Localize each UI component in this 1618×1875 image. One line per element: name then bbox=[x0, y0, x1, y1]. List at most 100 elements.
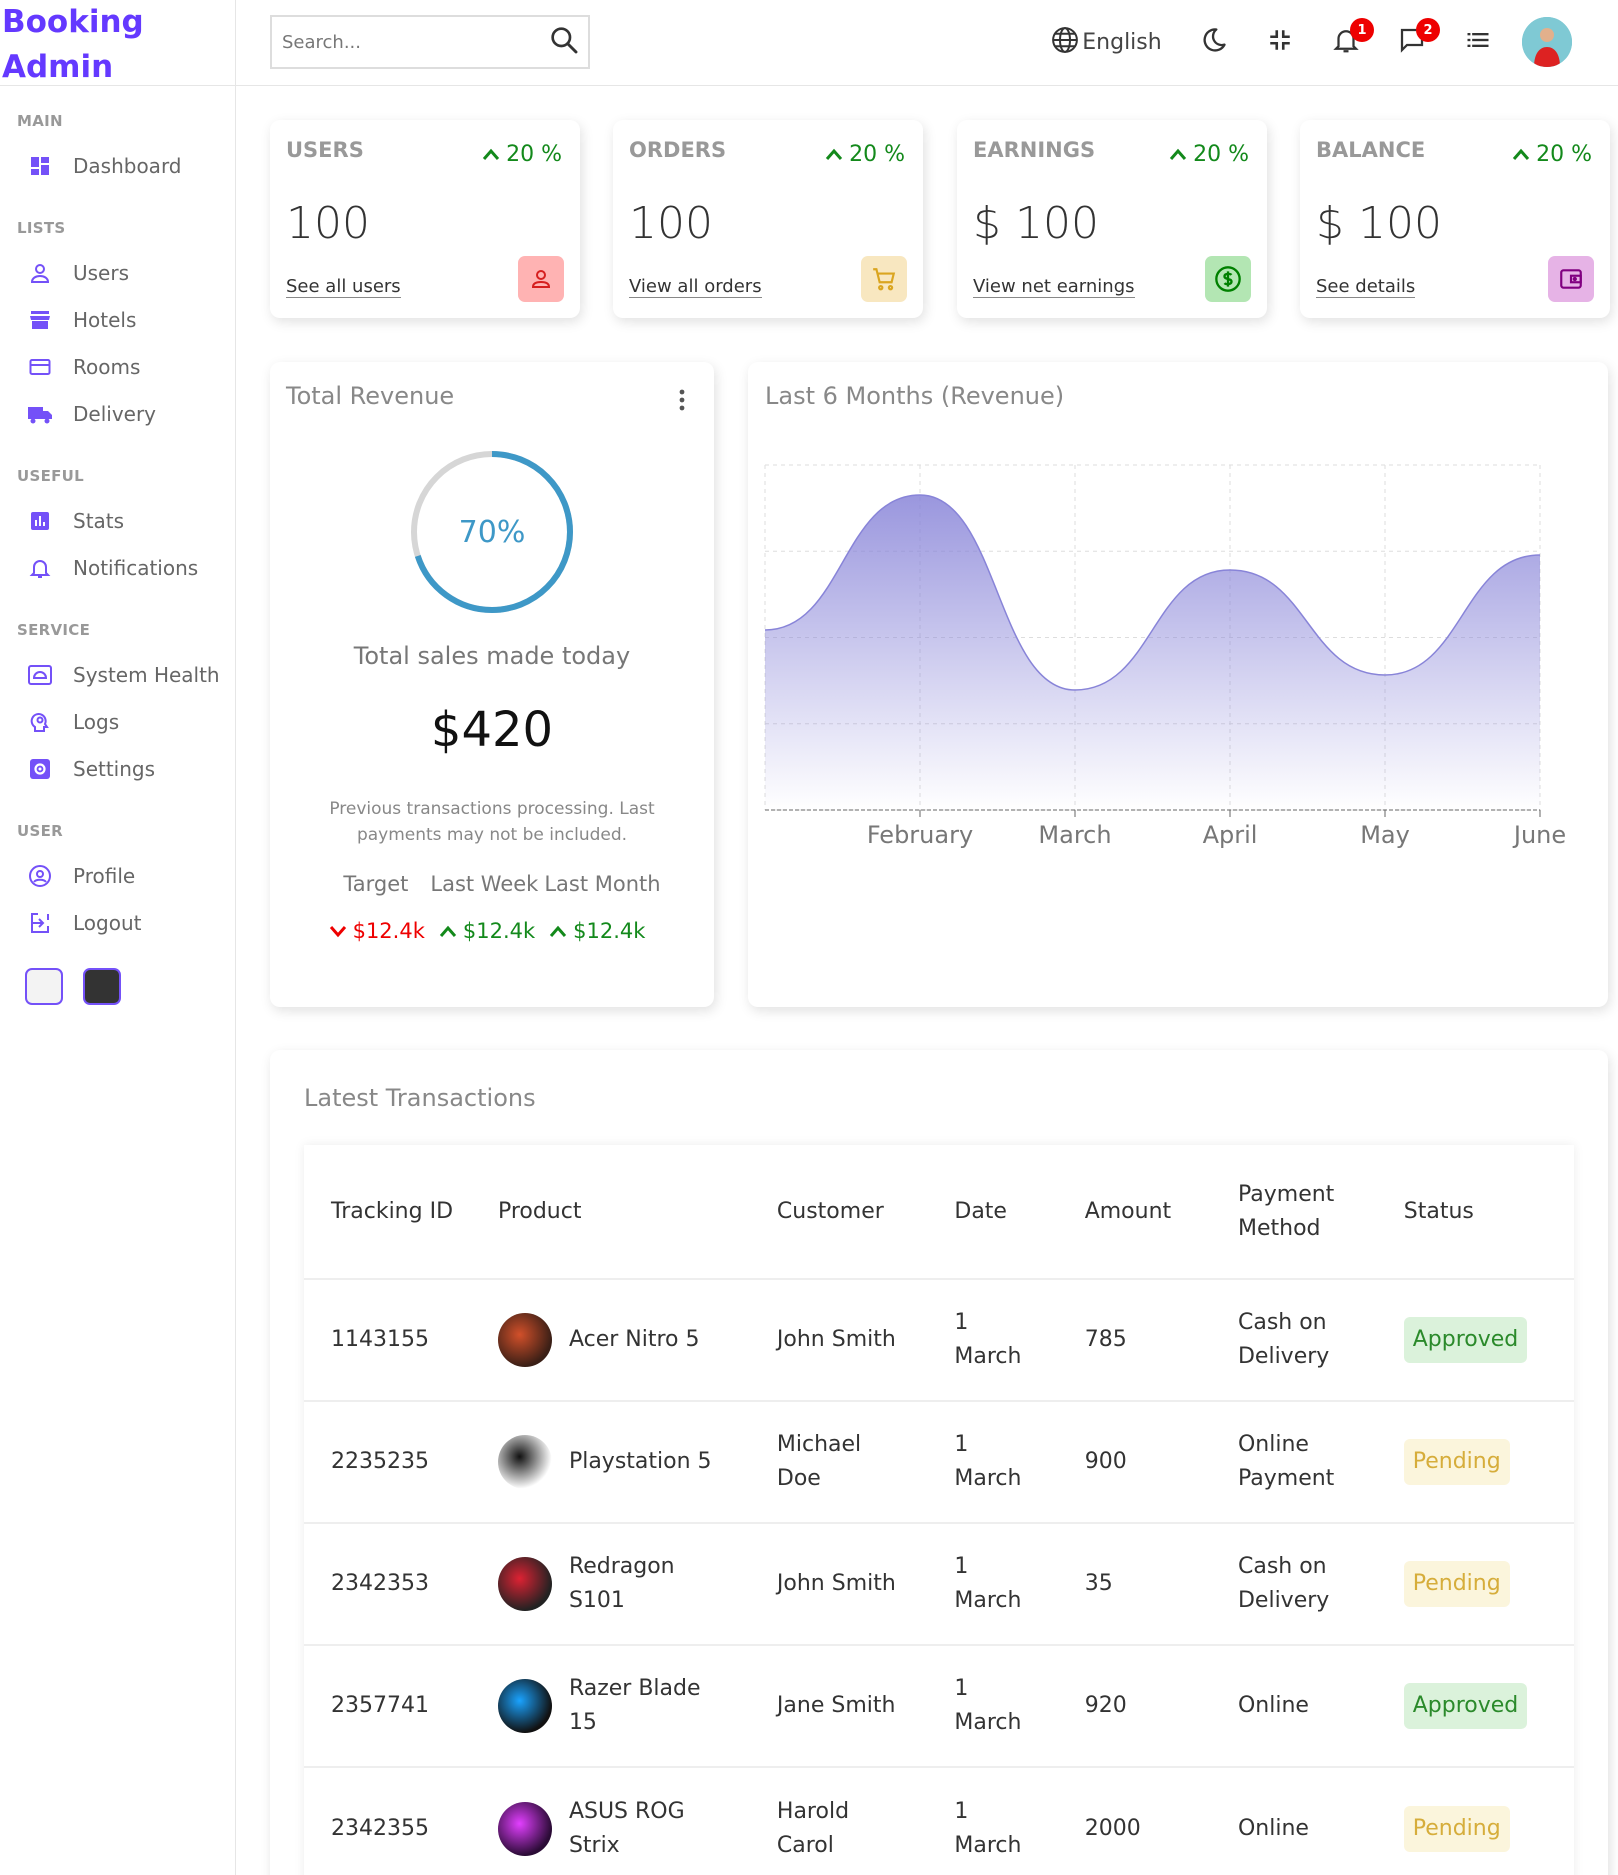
notifications-badge: 1 bbox=[1350, 18, 1374, 42]
widget-link[interactable]: View all orders bbox=[629, 276, 762, 298]
widget-value: 100 bbox=[629, 198, 713, 249]
table-row[interactable]: 2235235 Playstation 5 Michael Doe 1 Marc… bbox=[304, 1401, 1574, 1523]
globe-icon bbox=[1050, 25, 1080, 59]
widget-percentage: 20 % bbox=[482, 142, 562, 167]
notifications-button[interactable]: 1 bbox=[1324, 18, 1374, 66]
dark-theme-swatch[interactable] bbox=[83, 968, 121, 1005]
status-cell: Pending bbox=[1377, 1523, 1574, 1645]
featured-subtitle: Total sales made today bbox=[353, 642, 631, 670]
sidebar-item-hotels[interactable]: Hotels bbox=[0, 296, 235, 343]
widget-earnings: EARNINGS 20 % $ 100 View net earnings bbox=[957, 120, 1267, 318]
widget-link[interactable]: View net earnings bbox=[973, 276, 1135, 298]
table-row[interactable]: 2342353 Redragon S101 John Smith 1 March… bbox=[304, 1523, 1574, 1645]
x-tick-label: April bbox=[1203, 821, 1258, 849]
messages-button[interactable]: 2 bbox=[1390, 18, 1440, 66]
widget-title: ORDERS bbox=[629, 138, 727, 162]
product-cell: Acer Nitro 5 bbox=[471, 1279, 750, 1401]
sidebar-item-logs[interactable]: Logs bbox=[0, 698, 235, 745]
dark-mode-toggle[interactable] bbox=[1192, 18, 1236, 66]
summary-amount: $12.4k bbox=[573, 919, 646, 943]
table-row[interactable]: 1143155 Acer Nitro 5 John Smith 1 March … bbox=[304, 1279, 1574, 1401]
product-name: Razer Blade 15 bbox=[568, 1676, 701, 1735]
product-cell: ASUS ROG Strix bbox=[471, 1767, 750, 1875]
product-name: Redragon S101 bbox=[568, 1554, 675, 1613]
system-health-icon bbox=[27, 662, 53, 688]
messages-badge: 2 bbox=[1416, 18, 1440, 42]
customer-name: Michael Doe bbox=[776, 1432, 862, 1491]
payment-method: Online bbox=[1237, 1815, 1309, 1841]
transaction-amount: 920 bbox=[1084, 1693, 1127, 1718]
widget-title: BALANCE bbox=[1316, 138, 1426, 162]
column-header: Status bbox=[1403, 1198, 1474, 1224]
list-menu-button[interactable] bbox=[1456, 18, 1500, 66]
arrow-up-icon bbox=[549, 919, 567, 943]
total-revenue-card: Total Revenue 70% Total sales made today… bbox=[270, 362, 714, 1007]
settings-icon bbox=[27, 756, 53, 782]
sidebar-item-system-health[interactable]: System Health bbox=[0, 651, 235, 698]
language-selector[interactable]: English bbox=[1046, 18, 1166, 66]
summary-amount: $12.4k bbox=[352, 919, 425, 943]
arrow-up-icon bbox=[1512, 142, 1530, 167]
fullscreen-exit-icon bbox=[1267, 27, 1293, 57]
widget-users: USERS 20 % 100 See all users bbox=[270, 120, 580, 318]
payment-method: Online Payment bbox=[1237, 1432, 1335, 1491]
wallet-icon bbox=[1548, 256, 1594, 302]
transaction-date: 1 March bbox=[954, 1432, 1022, 1491]
transaction-date: 1 March bbox=[954, 1798, 1022, 1858]
payment-method: Online bbox=[1237, 1693, 1309, 1718]
light-theme-swatch[interactable] bbox=[25, 968, 63, 1005]
table-row[interactable]: 2357741 Razer Blade 15 Jane Smith 1 Marc… bbox=[304, 1645, 1574, 1767]
transaction-date: 1 March bbox=[954, 1676, 1022, 1735]
sidebar-item-rooms[interactable]: Rooms bbox=[0, 343, 235, 390]
status-badge: Pending bbox=[1403, 1439, 1510, 1485]
arrow-up-icon bbox=[482, 142, 500, 167]
product-name: Playstation 5 bbox=[568, 1449, 712, 1474]
truck-icon bbox=[27, 401, 53, 427]
transaction-amount: 2000 bbox=[1084, 1815, 1141, 1841]
avatar[interactable] bbox=[1522, 17, 1572, 67]
section-title-useful: USEFUL bbox=[17, 467, 85, 485]
credit-card-icon bbox=[27, 354, 53, 380]
status-badge: Approved bbox=[1403, 1683, 1528, 1729]
status-cell: Pending bbox=[1377, 1401, 1574, 1523]
product-name: ASUS ROG Strix bbox=[568, 1798, 685, 1858]
widget-title: EARNINGS bbox=[973, 138, 1096, 162]
widget-orders: ORDERS 20 % 100 View all orders bbox=[613, 120, 923, 318]
search-input[interactable] bbox=[282, 31, 548, 53]
sidebar-item-stats[interactable]: Stats bbox=[0, 497, 235, 544]
x-tick-label: February bbox=[867, 821, 973, 849]
sidebar-item-dashboard[interactable]: Dashboard bbox=[0, 142, 235, 189]
sidebar-item-label: Rooms bbox=[73, 354, 141, 379]
column-header: Date bbox=[954, 1198, 1007, 1224]
sidebar-item-label: Stats bbox=[73, 508, 125, 533]
sidebar-item-delivery[interactable]: Delivery bbox=[0, 390, 235, 437]
product-cell: Playstation 5 bbox=[471, 1401, 750, 1523]
fullscreen-exit-button[interactable] bbox=[1258, 18, 1302, 66]
sidebar-item-notifications[interactable]: Notifications bbox=[0, 544, 235, 591]
sidebar-nav: MAIN Dashboard LISTS Users Hotels Rooms Delive… bbox=[0, 112, 235, 946]
sidebar-item-label: Dashboard bbox=[73, 153, 182, 178]
search-icon[interactable] bbox=[548, 24, 580, 60]
revenue-area bbox=[765, 495, 1540, 810]
moon-icon bbox=[1200, 26, 1228, 58]
summary-label: Last Week bbox=[430, 872, 539, 896]
table-row[interactable]: 2342355 ASUS ROG Strix Harold Carol 1 Ma… bbox=[304, 1767, 1574, 1875]
customer-name: John Smith bbox=[776, 1327, 896, 1352]
sidebar: Booking Admin MAIN Dashboard LISTS Users Hot… bbox=[0, 0, 236, 1875]
arrow-up-icon bbox=[439, 919, 457, 943]
logo-line-2: Admin bbox=[2, 49, 114, 85]
logo[interactable]: Booking Admin bbox=[0, 0, 235, 86]
widget-link[interactable]: See all users bbox=[286, 276, 401, 298]
sidebar-item-settings[interactable]: Settings bbox=[0, 745, 235, 792]
product-cell: Redragon S101 bbox=[471, 1523, 750, 1645]
status-badge: Pending bbox=[1403, 1561, 1510, 1607]
sidebar-item-profile[interactable]: Profile bbox=[0, 852, 235, 899]
x-tick-label: March bbox=[1038, 821, 1111, 849]
summary-value: $12.4k bbox=[549, 919, 645, 943]
theme-switcher bbox=[25, 968, 235, 1005]
sidebar-item-users[interactable]: Users bbox=[0, 249, 235, 296]
sidebar-item-logout[interactable]: Logout bbox=[0, 899, 235, 946]
sidebar-item-label: Logout bbox=[73, 910, 142, 935]
more-vert-icon[interactable] bbox=[678, 388, 686, 416]
widget-link[interactable]: See details bbox=[1316, 276, 1416, 298]
